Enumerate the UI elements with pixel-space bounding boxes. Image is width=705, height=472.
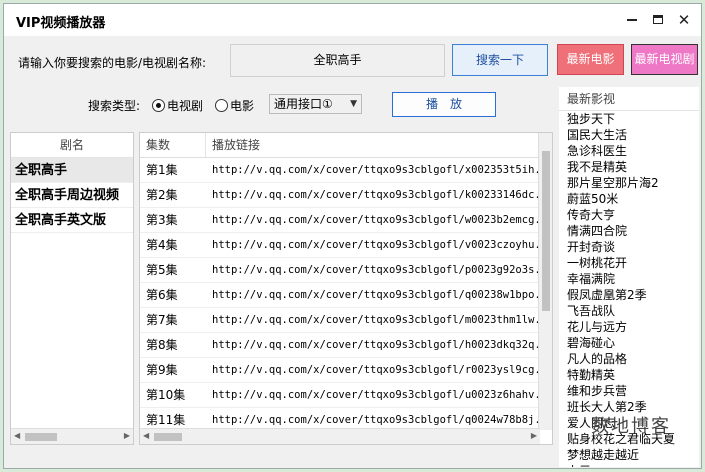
list-item[interactable]: 特勤精英 [559,367,699,383]
radio-movie-label: 电影 [230,99,255,113]
scroll-left-icon[interactable]: ◀ [143,431,149,440]
list-item[interactable]: 维和步兵营 [559,383,699,399]
list-item[interactable]: 假凤虚凰第2季 [559,287,699,303]
table-row[interactable]: 第2集 http://v.qq.com/x/cover/ttqxo9s3cblgo… [140,183,540,208]
radio-movie[interactable]: 电影 [215,97,254,114]
window-title: VIP视频播放器 [16,16,106,31]
main-window: VIP视频播放器 ✕ 请输入你要搜索的电影/电视剧名称: 全职高手 搜索一下 最… [3,3,702,469]
episode-cell: 第7集 [146,313,178,327]
list-item[interactable]: 上元 [559,463,699,467]
episode-cell: 第6集 [146,288,178,302]
title-bar: VIP视频播放器 ✕ [4,4,701,36]
column-header-episode: 集数 [140,133,206,157]
episode-vertical-scrollbar[interactable] [538,133,552,430]
chevron-down-icon: ▼ [350,99,357,109]
radio-selected-icon [152,99,165,112]
episode-cell: 第1集 [146,163,178,177]
episode-horizontal-scrollbar[interactable]: ◀ ▶ [140,428,540,444]
latest-list-header: 最新影视 [559,87,699,111]
scroll-right-icon[interactable]: ▶ [531,431,537,440]
scrollbar-thumb[interactable] [542,151,550,311]
search-button[interactable]: 搜索一下 [452,44,548,76]
list-item[interactable]: 开封奇谈 [559,239,699,255]
link-cell: http://v.qq.com/x/cover/ttqxo9s3cblgofl/… [212,239,540,251]
link-cell: http://v.qq.com/x/cover/ttqxo9s3cblgofl/… [212,314,540,326]
list-item[interactable]: 碧海碰心 [559,335,699,351]
new-movie-button[interactable]: 最新电影 [557,44,624,75]
list-item[interactable]: 传奇大亨 [559,207,699,223]
list-item[interactable]: 梦想越走越近 [559,447,699,463]
new-tv-button[interactable]: 最新电视剧 [631,44,698,75]
episode-cell: 第2集 [146,188,178,202]
watermark: 数地博客 [591,416,671,437]
search-label: 请输入你要搜索的电影/电视剧名称: [18,56,207,70]
table-row[interactable]: 第5集 http://v.qq.com/x/cover/ttqxo9s3cblgo… [140,258,540,283]
list-item[interactable]: 一树桃花开 [559,255,699,271]
scroll-left-icon[interactable]: ◀ [14,431,20,440]
minimize-icon[interactable] [622,10,642,30]
list-item[interactable]: 凡人的品格 [559,351,699,367]
link-cell: http://v.qq.com/x/cover/ttqxo9s3cblgofl/… [212,389,540,401]
play-button[interactable]: 播 放 [392,92,496,117]
scroll-right-icon[interactable]: ▶ [124,431,130,440]
episode-table-header: 集数 播放链接 [140,133,540,158]
scrollbar-thumb[interactable] [25,433,57,441]
episode-cell: 第4集 [146,238,178,252]
list-item[interactable]: 独步天下 [559,111,699,127]
link-cell: http://v.qq.com/x/cover/ttqxo9s3cblgofl/… [212,164,540,176]
list-item[interactable]: 蔚蓝50米 [559,191,699,207]
episode-rows: 第1集 http://v.qq.com/x/cover/ttqxo9s3cblgo… [140,158,540,433]
list-item[interactable]: 飞吾战队 [559,303,699,319]
search-input[interactable]: 全职高手 [230,44,445,77]
list-item[interactable]: 幸福满院 [559,271,699,287]
episode-cell: 第10集 [146,388,186,402]
link-cell: http://v.qq.com/x/cover/ttqxo9s3cblgofl/… [212,339,540,351]
search-type-label: 搜索类型: [88,99,141,113]
close-icon[interactable]: ✕ [674,10,694,30]
episode-cell: 第5集 [146,263,178,277]
radio-unselected-icon [215,99,228,112]
scrollbar-thumb[interactable] [154,433,182,441]
drama-item[interactable]: 全职高手周边视频 [11,183,133,208]
drama-item[interactable]: 全职高手 [11,158,133,183]
list-item[interactable]: 那片星空那片海2 [559,175,699,191]
link-cell: http://v.qq.com/x/cover/ttqxo9s3cblgofl/… [212,289,540,301]
table-row[interactable]: 第3集 http://v.qq.com/x/cover/ttqxo9s3cblgo… [140,208,540,233]
episode-cell: 第8集 [146,338,178,352]
table-row[interactable]: 第9集 http://v.qq.com/x/cover/ttqxo9s3cblgo… [140,358,540,383]
link-cell: http://v.qq.com/x/cover/ttqxo9s3cblgofl/… [212,264,540,276]
episode-cell: 第3集 [146,213,178,227]
list-item[interactable]: 花儿与远方 [559,319,699,335]
episode-table: 集数 播放链接 第1集 http://v.qq.com/x/cover/ttqxo… [139,132,553,445]
episode-cell: 第9集 [146,363,178,377]
interface-value: 通用接口① [274,97,333,111]
table-row[interactable]: 第8集 http://v.qq.com/x/cover/ttqxo9s3cblgo… [140,333,540,358]
list-item[interactable]: 急诊科医生 [559,143,699,159]
drama-item[interactable]: 全职高手英文版 [11,208,133,233]
list-item[interactable]: 国民大生活 [559,127,699,143]
table-row[interactable]: 第1集 http://v.qq.com/x/cover/ttqxo9s3cblgo… [140,158,540,183]
latest-list: 最新影视 独步天下 国民大生活 急诊科医生 我不是精英 那片星空那片海2 蔚蓝50米 传奇大… [559,87,699,467]
link-cell: http://v.qq.com/x/cover/ttqxo9s3cblgofl/… [212,189,540,201]
maximize-icon[interactable] [648,10,668,30]
table-row[interactable]: 第6集 http://v.qq.com/x/cover/ttqxo9s3cblgo… [140,283,540,308]
list-item[interactable]: 我不是精英 [559,159,699,175]
table-row[interactable]: 第4集 http://v.qq.com/x/cover/ttqxo9s3cblgo… [140,233,540,258]
radio-tv[interactable]: 电视剧 [152,97,203,114]
column-header-link: 播放链接 [206,133,540,157]
interface-select[interactable]: 通用接口① ▼ [269,94,362,114]
drama-list: 剧名 全职高手 全职高手周边视频 全职高手英文版 ◀ ▶ [10,132,134,445]
drama-horizontal-scrollbar[interactable]: ◀ ▶ [11,428,133,444]
link-cell: http://v.qq.com/x/cover/ttqxo9s3cblgofl/… [212,214,540,226]
link-cell: http://v.qq.com/x/cover/ttqxo9s3cblgofl/… [212,364,540,376]
table-row[interactable]: 第7集 http://v.qq.com/x/cover/ttqxo9s3cblgo… [140,308,540,333]
list-item[interactable]: 情满四合院 [559,223,699,239]
radio-tv-label: 电视剧 [167,99,204,113]
drama-list-header: 剧名 [11,133,133,158]
table-row[interactable]: 第10集 http://v.qq.com/x/cover/ttqxo9s3cblg… [140,383,540,408]
